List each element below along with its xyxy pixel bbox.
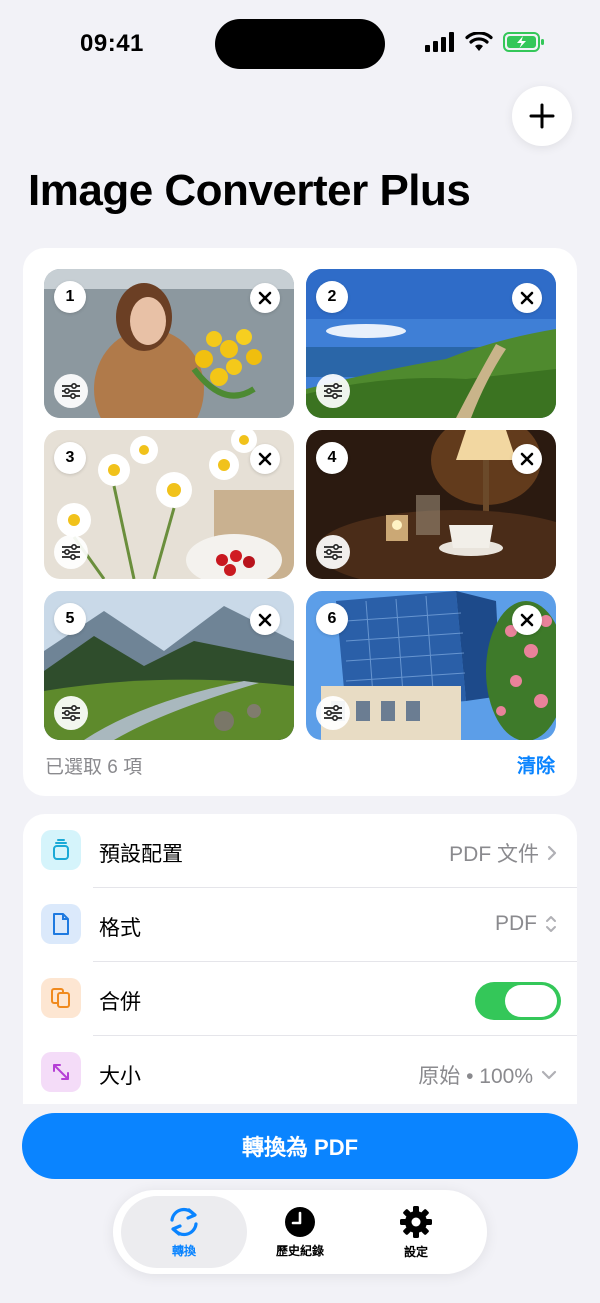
size-value-text: 原始 • 100% (418, 1065, 533, 1088)
tab-label: 轉換 (171, 1243, 196, 1258)
size-value: 原始 • 100% (418, 1060, 557, 1090)
close-icon (258, 613, 272, 627)
convert-button[interactable]: 轉換為 PDF (22, 1113, 578, 1179)
close-icon (520, 452, 534, 466)
image-thumbnail-5[interactable]: 5 (44, 591, 294, 740)
image-thumbnail-3[interactable]: 3 (44, 430, 294, 579)
format-value: PDF (495, 912, 557, 936)
format-row[interactable]: 格式 PDF (23, 888, 577, 962)
status-bar: 09:41 (0, 0, 600, 90)
merge-documents-icon (41, 978, 81, 1018)
toggle-knob (505, 985, 557, 1017)
adjust-image-button[interactable] (54, 374, 88, 408)
tab-label: 設定 (403, 1244, 428, 1259)
sliders-icon (324, 544, 342, 560)
image-thumbnail-2[interactable]: 2 (306, 269, 556, 418)
image-index-badge: 3 (54, 442, 86, 474)
chevron-down-icon (541, 1070, 557, 1080)
remove-image-button[interactable] (250, 283, 280, 313)
status-icons (425, 32, 545, 52)
merge-label: 合併 (99, 991, 141, 1014)
remove-image-button[interactable] (512, 605, 542, 635)
chevron-updown-icon (546, 916, 556, 932)
selected-count-label: 已選取 6 項 (45, 757, 143, 778)
preset-label: 預設配置 (99, 843, 183, 866)
wifi-icon (465, 32, 493, 51)
adjust-image-button[interactable] (316, 535, 350, 569)
format-label: 格式 (99, 917, 141, 940)
adjust-image-button[interactable] (316, 374, 350, 408)
tab-settings[interactable]: 設定 (353, 1196, 479, 1268)
tab-bar: 轉換 歷史紀錄 設定 (113, 1190, 487, 1274)
close-icon (520, 291, 534, 305)
battery-icon (503, 32, 544, 52)
gear-icon (400, 1205, 432, 1238)
adjust-image-button[interactable] (54, 535, 88, 569)
sliders-icon (324, 383, 342, 399)
add-image-button[interactable] (512, 86, 572, 146)
preset-value: PDF 文件 (449, 838, 557, 868)
sliders-icon (62, 544, 80, 560)
image-index-badge: 6 (316, 603, 348, 635)
image-index-badge: 5 (54, 603, 86, 635)
remove-image-button[interactable] (512, 283, 542, 313)
close-icon (520, 613, 534, 627)
image-index-badge: 4 (316, 442, 348, 474)
dynamic-island (215, 19, 385, 69)
plus-icon (529, 103, 555, 129)
image-thumbnail-1[interactable]: 1 (44, 269, 294, 418)
image-index-badge: 1 (54, 281, 86, 313)
image-grid-card: 1 2 3 4 5 6 已選取 6 項 清除 (23, 248, 577, 796)
document-icon (41, 904, 81, 944)
size-label: 大小 (99, 1065, 141, 1088)
convert-icon (170, 1207, 198, 1236)
status-time: 09:41 (80, 30, 144, 57)
image-thumbnail-6[interactable]: 6 (306, 591, 556, 740)
clear-selection-button[interactable]: 清除 (517, 751, 555, 778)
tab-label: 歷史紀錄 (275, 1243, 324, 1258)
sliders-icon (62, 383, 80, 399)
format-value-text: PDF (495, 912, 537, 935)
conversion-settings-card: 預設配置 PDF 文件 格式 PDF 合併 大小 原始 • 100% (23, 814, 577, 1104)
merge-toggle[interactable] (475, 982, 561, 1020)
adjust-image-button[interactable] (316, 696, 350, 730)
resize-icon (41, 1052, 81, 1092)
image-thumbnail-4[interactable]: 4 (306, 430, 556, 579)
close-icon (258, 452, 272, 466)
clock-icon (285, 1206, 315, 1237)
size-row[interactable]: 大小 原始 • 100% (23, 1036, 577, 1104)
sliders-icon (324, 705, 342, 721)
tab-history[interactable]: 歷史紀錄 (237, 1196, 363, 1268)
sliders-icon (62, 705, 80, 721)
remove-image-button[interactable] (250, 605, 280, 635)
tab-convert[interactable]: 轉換 (121, 1196, 247, 1268)
merge-row: 合併 (23, 962, 577, 1036)
signal-icon (425, 32, 454, 52)
image-index-badge: 2 (316, 281, 348, 313)
preset-value-text: PDF 文件 (449, 843, 539, 866)
close-icon (258, 291, 272, 305)
remove-image-button[interactable] (512, 444, 542, 474)
page-title: Image Converter Plus (28, 166, 471, 215)
chevron-right-icon (547, 845, 557, 861)
remove-image-button[interactable] (250, 444, 280, 474)
adjust-image-button[interactable] (54, 696, 88, 730)
preset-icon (41, 830, 81, 870)
preset-row[interactable]: 預設配置 PDF 文件 (23, 814, 577, 888)
